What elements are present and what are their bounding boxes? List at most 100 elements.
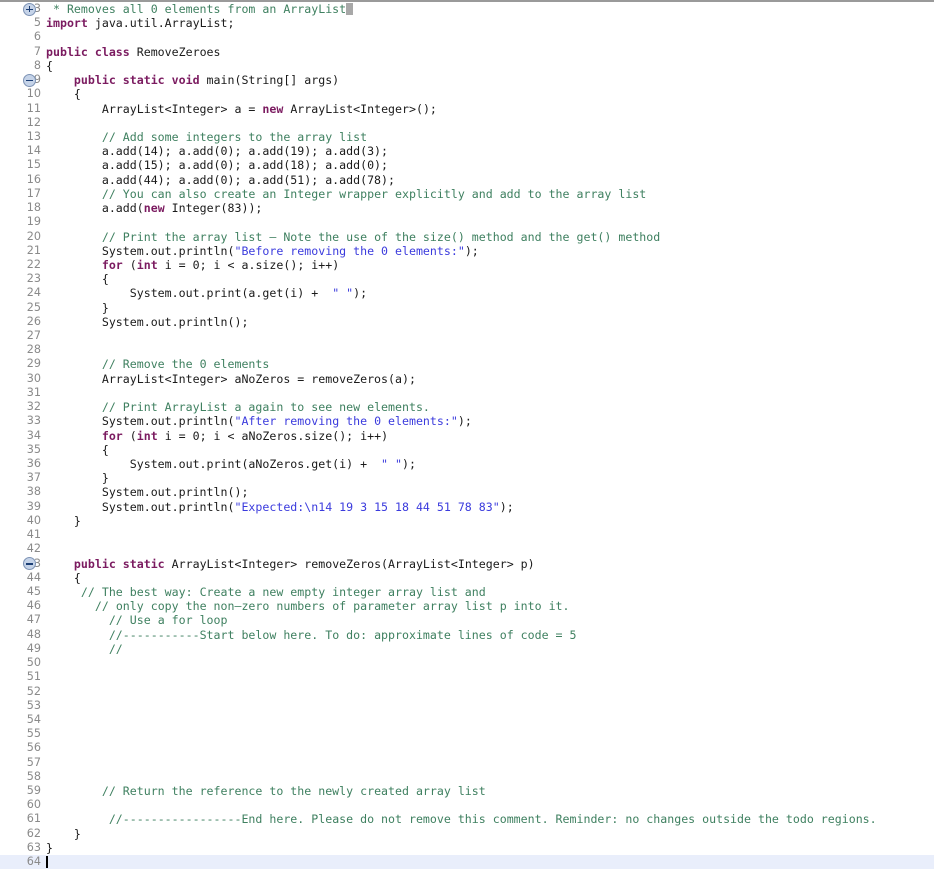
code-text: a.add(44); a.add(0); a.add(51); a.add(78… [46,173,395,187]
code-line[interactable]: 32 // Print ArrayList a again to see new… [0,400,934,414]
code-line[interactable]: 28 [0,343,934,357]
code-line[interactable]: 44 { [0,571,934,585]
code-token: ArrayList<Integer> removeZeros(ArrayList… [164,556,535,571]
fold-collapse-icon[interactable] [23,557,36,571]
code-text: //-----------Start below here. To do: ap… [46,628,577,642]
code-line[interactable]: 57 [0,756,934,770]
code-line[interactable]: 40 } [0,514,934,528]
code-line[interactable]: 51 [0,670,934,684]
code-line[interactable]: 37 } [0,471,934,485]
code-token: // Use a for loop [108,613,228,628]
code-line[interactable]: 22 for (int i = 0; i < a.size(); i++) [0,258,934,272]
code-line[interactable]: 60 [0,798,934,812]
code-line[interactable]: 21 System.out.println("Before removing t… [0,244,934,258]
code-line[interactable]: 63} [0,841,934,855]
code-line[interactable]: 49 // [0,642,934,656]
code-line[interactable]: 31 [0,386,934,400]
line-number: 17 [26,186,41,200]
code-line[interactable]: 11 ArrayList<Integer> a = new ArrayList<… [0,102,934,116]
code-line[interactable]: 46 // only copy the non–zero numbers of … [0,599,934,613]
code-token: // The best way: Create a new empty inte… [80,584,486,599]
code-line[interactable]: 52 [0,685,934,699]
code-line[interactable]: 26 System.out.println(); [0,315,934,329]
code-line[interactable]: 7 public class RemoveZeroes [0,45,934,59]
code-token: { [46,58,53,73]
code-text: System.out.println("After removing the 0… [46,414,472,428]
code-token: } [46,826,81,841]
code-line[interactable]: 35 { [0,443,934,457]
code-text: //-----------------End here. Please do n… [46,812,877,826]
code-line[interactable]: 20 // Print the array list – Note the us… [0,230,934,244]
code-text: { [46,87,81,101]
line-number: 27 [26,329,41,343]
line-number: 51 [26,670,41,684]
code-line[interactable]: 42 [0,542,934,556]
code-line[interactable]: 43 public static ArrayList<Integer> remo… [0,557,934,571]
code-line[interactable]: 41 [0,528,934,542]
fold-collapse-icon[interactable] [23,73,36,87]
line-number: 40 [26,513,41,527]
code-token: // Remove the 0 elements [101,357,270,372]
code-token: // [108,641,123,656]
code-line[interactable]: 62 } [0,827,934,841]
code-lines-container[interactable]: 3 * Removes all 0 elements from an Array… [0,2,934,870]
line-number: 15 [26,158,41,172]
code-line[interactable]: 33 System.out.println("After removing th… [0,414,934,428]
line-number: 22 [26,257,41,271]
code-line[interactable]: 17 // You can also create an Integer wra… [0,187,934,201]
code-line[interactable]: 18 a.add(new Integer(83)); [0,201,934,215]
code-line[interactable]: 58 [0,770,934,784]
code-line[interactable]: 16 a.add(44); a.add(0); a.add(51); a.add… [0,173,934,187]
code-line[interactable]: 45 // The best way: Create a new empty i… [0,585,934,599]
code-line[interactable]: 13 // Add some integers to the array lis… [0,130,934,144]
code-text: { [46,272,109,286]
code-line[interactable]: 55 [0,727,934,741]
line-number: 37 [26,471,41,485]
code-line[interactable]: 50 [0,656,934,670]
code-line[interactable]: 6 [0,30,934,44]
code-text: a.add(14); a.add(0); a.add(19); a.add(3)… [46,144,388,158]
code-text: // Print ArrayList a again to see new el… [46,400,430,414]
code-editor[interactable]: 3 * Removes all 0 elements from an Array… [0,0,934,874]
code-line[interactable]: 54 [0,713,934,727]
code-line[interactable]: 47 // Use a for loop [0,613,934,627]
code-line[interactable]: 14 a.add(14); a.add(0); a.add(19); a.add… [0,144,934,158]
code-line[interactable]: 29 // Remove the 0 elements [0,357,934,371]
code-text: System.out.print(aNoZeros.get(i) + " "); [46,457,416,471]
code-line[interactable]: 59 // Return the reference to the newly … [0,784,934,798]
code-text: } [46,841,53,855]
code-line[interactable]: 61 //-----------------End here. Please d… [0,812,934,826]
code-line[interactable]: 56 [0,741,934,755]
line-number: 16 [26,172,41,186]
code-line[interactable]: 10 { [0,87,934,101]
code-text: public static ArrayList<Integer> removeZ… [46,557,535,571]
code-line[interactable]: 48 //-----------Start below here. To do:… [0,628,934,642]
code-line[interactable]: 64 [0,855,934,870]
code-line[interactable]: 27 [0,329,934,343]
code-line[interactable]: 25 } [0,301,934,315]
fold-expand-icon[interactable] [23,2,36,16]
code-line[interactable]: 15 a.add(15); a.add(0); a.add(18); a.add… [0,158,934,172]
code-line[interactable]: 34 for (int i = 0; i < aNoZeros.size(); … [0,429,934,443]
code-token: // You can also create an Integer wrappe… [101,186,647,201]
code-line[interactable]: 30 ArrayList<Integer> aNoZeros = removeZ… [0,372,934,386]
code-line[interactable]: 39 System.out.println("Expected:\n14 19 … [0,500,934,514]
code-line[interactable]: 38 System.out.println(); [0,485,934,499]
code-line[interactable]: 8{ [0,59,934,73]
code-line[interactable]: 36 System.out.print(aNoZeros.get(i) + " … [0,457,934,471]
code-line[interactable]: 3 * Removes all 0 elements from an Array… [0,2,934,16]
code-line[interactable]: 12 [0,116,934,130]
line-number: 14 [26,144,41,158]
code-line[interactable]: 53 [0,699,934,713]
code-line[interactable]: 9 public static void main(String[] args) [0,73,934,87]
code-token: "Before removing the 0 elements:" [234,243,465,258]
code-line[interactable]: 24 System.out.print(a.get(i) + " "); [0,286,934,300]
code-line[interactable]: 19 [0,215,934,229]
code-line[interactable]: 5 import java.util.ArrayList; [0,16,934,30]
code-line[interactable]: 23 { [0,272,934,286]
line-number: 35 [26,442,41,456]
